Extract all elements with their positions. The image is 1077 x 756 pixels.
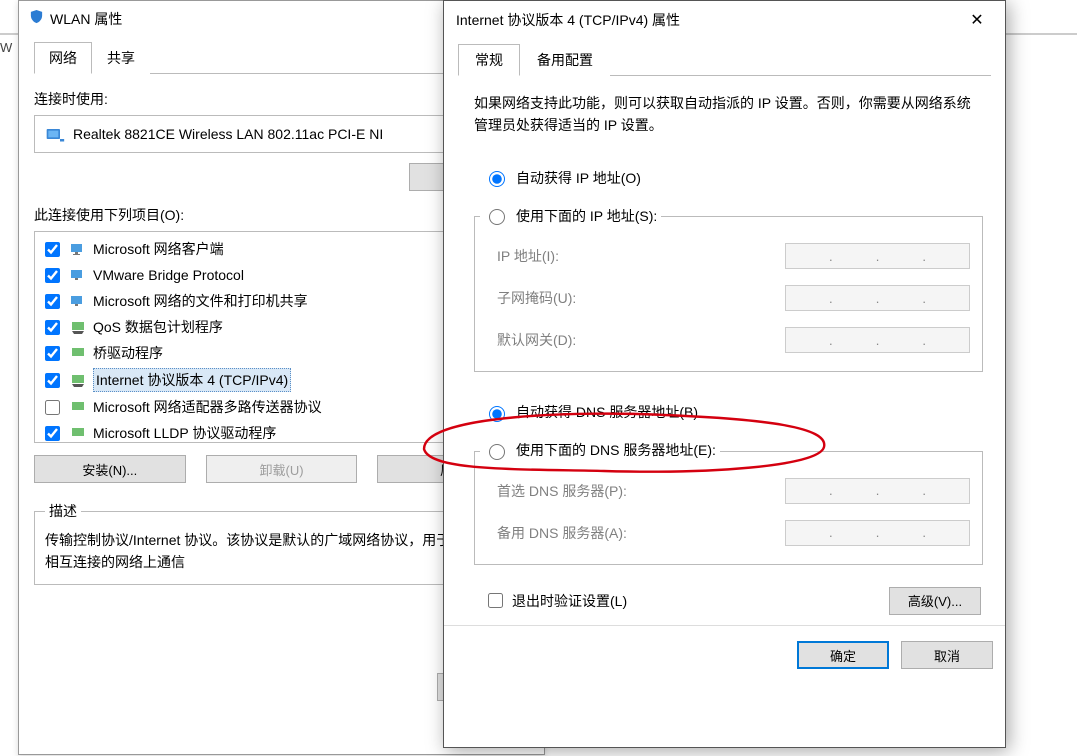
radio-auto-ip-label: 自动获得 IP 地址(O) — [516, 168, 641, 188]
item-label: Microsoft 网络的文件和打印机共享 — [93, 290, 308, 312]
ipv4-cancel-button[interactable]: 取消 — [901, 641, 993, 669]
tab-share[interactable]: 共享 — [92, 42, 150, 74]
radio-auto-dns[interactable] — [489, 406, 505, 422]
item-checkbox[interactable] — [45, 294, 60, 309]
dns2-input: ... — [785, 520, 970, 546]
bridge-icon — [69, 266, 87, 284]
ipv4-tabs: 常规 备用配置 — [458, 43, 991, 76]
item-label: 桥驱动程序 — [93, 342, 163, 364]
help-text: 如果网络支持此功能，则可以获取自动指派的 IP 设置。否则，你需要从网络系统管理… — [458, 92, 991, 137]
item-label: Microsoft 网络客户端 — [93, 238, 224, 260]
ipv4-titlebar[interactable]: Internet 协议版本 4 (TCP/IPv4) 属性 ✕ — [444, 1, 1005, 39]
item-label: Microsoft 网络适配器多路传送器协议 — [93, 396, 322, 418]
close-icon[interactable]: ✕ — [961, 10, 993, 30]
radio-auto-dns-row[interactable]: 自动获得 DNS 服务器地址(B) — [484, 396, 991, 428]
uninstall-button: 卸载(U) — [206, 455, 358, 483]
radio-auto-ip-row[interactable]: 自动获得 IP 地址(O) — [484, 162, 991, 194]
validate-on-exit-checkbox[interactable] — [488, 593, 503, 608]
gateway-row: 默认网关(D): ... — [497, 319, 970, 361]
tab-network[interactable]: 网络 — [34, 42, 92, 74]
item-checkbox[interactable] — [45, 426, 60, 441]
item-checkbox[interactable] — [45, 346, 60, 361]
ipv4-properties-dialog: Internet 协议版本 4 (TCP/IPv4) 属性 ✕ 常规 备用配置 … — [443, 0, 1006, 748]
item-checkbox[interactable] — [45, 242, 60, 257]
ip-address-input: ... — [785, 243, 970, 269]
subnet-mask-row: 子网掩码(U): ... — [497, 277, 970, 319]
radio-auto-dns-label: 自动获得 DNS 服务器地址(B) — [516, 402, 698, 422]
item-checkbox[interactable] — [45, 320, 60, 335]
dns1-input: ... — [785, 478, 970, 504]
radio-use-ip[interactable] — [489, 209, 505, 225]
mux-icon — [69, 398, 87, 416]
item-checkbox[interactable] — [45, 400, 60, 415]
network-adapter-icon — [45, 124, 73, 144]
qos-icon — [69, 318, 87, 336]
gateway-label: 默认网关(D): — [497, 330, 785, 350]
radio-use-dns[interactable] — [489, 444, 505, 460]
dns1-row: 首选 DNS 服务器(P): ... — [497, 470, 970, 512]
validate-on-exit-row[interactable]: 退出时验证设置(L) — [484, 590, 627, 611]
item-label: Internet 协议版本 4 (TCP/IPv4) — [93, 368, 291, 392]
shield-icon — [29, 9, 44, 28]
dns1-label: 首选 DNS 服务器(P): — [497, 481, 785, 501]
bg-letter-w: W — [0, 40, 12, 55]
client-icon — [69, 240, 87, 258]
item-label: QoS 数据包计划程序 — [93, 316, 223, 338]
wlan-title-text: WLAN 属性 — [50, 9, 122, 29]
radio-auto-ip[interactable] — [489, 171, 505, 187]
radio-use-ip-label: 使用下面的 IP 地址(S): — [516, 206, 657, 226]
ipv4-icon — [69, 371, 87, 389]
ip-address-label: IP 地址(I): — [497, 246, 785, 266]
dns2-label: 备用 DNS 服务器(A): — [497, 523, 785, 543]
description-legend: 描述 — [45, 501, 81, 521]
item-checkbox[interactable] — [45, 268, 60, 283]
adapter-name: Realtek 8821CE Wireless LAN 802.11ac PCI… — [73, 126, 383, 142]
ipv4-title-text: Internet 协议版本 4 (TCP/IPv4) 属性 — [456, 10, 680, 30]
subnet-mask-input: ... — [785, 285, 970, 311]
gateway-input: ... — [785, 327, 970, 353]
validate-on-exit-label: 退出时验证设置(L) — [512, 591, 627, 611]
tab-alt-config[interactable]: 备用配置 — [520, 44, 610, 76]
ipv4-button-bar: 确定 取消 — [444, 625, 1005, 685]
printer-icon — [69, 292, 87, 310]
tab-general[interactable]: 常规 — [458, 44, 520, 76]
ip-address-row: IP 地址(I): ... — [497, 235, 970, 277]
subnet-mask-label: 子网掩码(U): — [497, 288, 785, 308]
ipv4-ok-button[interactable]: 确定 — [797, 641, 889, 669]
item-label: VMware Bridge Protocol — [93, 264, 244, 286]
advanced-button[interactable]: 高级(V)... — [889, 587, 981, 615]
bridge2-icon — [69, 344, 87, 362]
item-checkbox[interactable] — [45, 373, 60, 388]
item-label: Microsoft LLDP 协议驱动程序 — [93, 422, 276, 442]
radio-use-dns-label: 使用下面的 DNS 服务器地址(E): — [516, 440, 716, 460]
install-button[interactable]: 安装(N)... — [34, 455, 186, 483]
dns2-row: 备用 DNS 服务器(A): ... — [497, 512, 970, 554]
lldp-icon — [69, 424, 87, 442]
